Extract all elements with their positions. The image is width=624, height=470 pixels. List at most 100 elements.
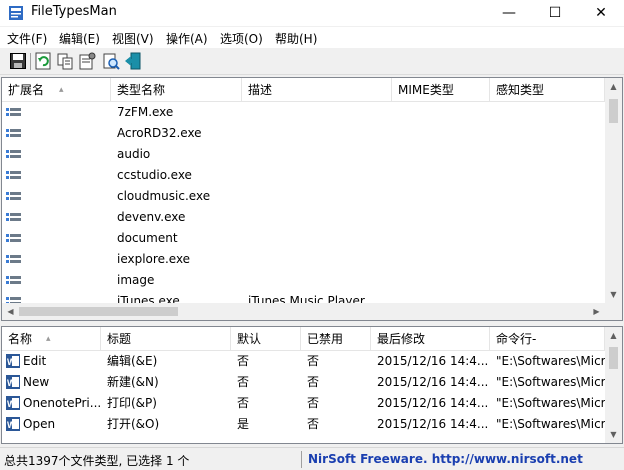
file-types-header: 扩展名 ▴ 类型名称 描述 MIME类型 感知类型 bbox=[2, 78, 605, 102]
table-row[interactable]: audio bbox=[2, 144, 605, 165]
column-disabled[interactable]: 已禁用 bbox=[301, 327, 371, 351]
file-types-horizontal-scrollbar[interactable]: ◀ ▶ bbox=[2, 303, 605, 320]
menu-help[interactable]: 帮助(H) bbox=[273, 30, 319, 47]
scroll-up-icon[interactable]: ▲ bbox=[605, 327, 622, 344]
word-document-icon: W bbox=[6, 375, 20, 389]
column-command-line[interactable]: 命令行- bbox=[490, 327, 605, 351]
table-row[interactable]: cloudmusic.exe bbox=[2, 186, 605, 207]
maximize-button[interactable]: ☐ bbox=[532, 0, 578, 26]
scrollbar-corner bbox=[605, 303, 622, 320]
column-name[interactable]: 名称 ▴ bbox=[2, 327, 101, 351]
vertical-scroll-thumb[interactable] bbox=[609, 347, 618, 369]
last-modified-cell: 2015/12/16 14:4... bbox=[377, 375, 489, 389]
svg-text:W: W bbox=[7, 399, 16, 409]
type-name-cell: AcroRD32.exe bbox=[117, 126, 202, 140]
disabled-cell: 否 bbox=[307, 417, 320, 431]
word-document-icon: W bbox=[6, 396, 20, 410]
word-document-icon: W bbox=[6, 417, 20, 431]
column-last-modified[interactable]: 最后修改 bbox=[371, 327, 490, 351]
exit-icon[interactable] bbox=[124, 52, 142, 70]
menu-bar: 文件(F) 编辑(E) 视图(V) 操作(A) 选项(O) 帮助(H) bbox=[0, 27, 624, 48]
table-row[interactable]: iexplore.exe bbox=[2, 249, 605, 270]
file-types-vertical-scrollbar[interactable]: ▲ ▼ bbox=[605, 78, 622, 303]
scroll-right-icon[interactable]: ▶ bbox=[588, 303, 605, 320]
action-name-cell: New bbox=[23, 375, 50, 389]
vertical-scroll-thumb[interactable] bbox=[609, 99, 618, 123]
table-row[interactable]: W New 新建(&N) 否 否 2015/12/16 14:4... "E:\Softwa… bbox=[2, 372, 605, 393]
file-type-icon bbox=[6, 192, 21, 200]
nirsoft-link[interactable]: NirSoft Freeware. http://www.nirsoft.net bbox=[308, 452, 583, 466]
scroll-down-icon[interactable]: ▼ bbox=[605, 426, 622, 443]
column-extension[interactable]: 扩展名 ▴ bbox=[2, 78, 111, 102]
menu-options[interactable]: 选项(O) bbox=[218, 30, 265, 47]
status-summary: 总共1397个文件类型, 已选择 1 个 bbox=[4, 454, 190, 468]
minimize-icon: — bbox=[502, 5, 516, 21]
caption-cell: 打开(&O) bbox=[107, 417, 160, 431]
menu-file[interactable]: 文件(F) bbox=[5, 30, 49, 47]
command-line-cell: "E:\Softwares\Micr bbox=[496, 417, 605, 431]
column-caption[interactable]: 标题 bbox=[101, 327, 231, 351]
horizontal-scroll-thumb[interactable] bbox=[19, 307, 178, 316]
last-modified-cell: 2015/12/16 14:4... bbox=[377, 354, 489, 368]
scroll-up-icon[interactable]: ▲ bbox=[605, 78, 622, 95]
table-row[interactable]: image bbox=[2, 270, 605, 291]
sort-ascending-icon: ▴ bbox=[59, 85, 64, 95]
table-row[interactable]: AcroRD32.exe bbox=[2, 123, 605, 144]
description-cell bbox=[248, 228, 392, 249]
actions-vertical-scrollbar[interactable]: ▲ ▼ bbox=[605, 327, 622, 443]
properties-icon[interactable] bbox=[78, 52, 96, 70]
table-row[interactable]: ccstudio.exe bbox=[2, 165, 605, 186]
column-type-name[interactable]: 类型名称 bbox=[111, 78, 242, 102]
type-name-cell: iexplore.exe bbox=[117, 252, 191, 266]
table-row[interactable]: W OnenotePri... 打印(&P) 否 否 2015/12/16 14:4...… bbox=[2, 393, 605, 414]
file-type-icon bbox=[6, 171, 21, 179]
minimize-button[interactable]: — bbox=[486, 0, 532, 26]
file-type-icon bbox=[6, 213, 21, 221]
type-name-cell: document bbox=[117, 231, 178, 245]
actions-header: 名称 ▴ 标题 默认 已禁用 最后修改 命令行- bbox=[2, 327, 605, 351]
type-name-cell: devenv.exe bbox=[117, 210, 186, 224]
action-name-cell: OnenotePri... bbox=[23, 396, 101, 410]
scroll-down-icon[interactable]: ▼ bbox=[605, 286, 622, 303]
default-cell: 否 bbox=[237, 396, 250, 410]
last-modified-cell: 2015/12/16 14:4... bbox=[377, 396, 489, 410]
disabled-cell: 否 bbox=[307, 396, 320, 410]
description-cell bbox=[248, 186, 392, 207]
title-bar[interactable]: FileTypesMan — ☐ ✕ bbox=[0, 0, 624, 26]
caption-cell: 新建(&N) bbox=[107, 375, 159, 389]
close-icon: ✕ bbox=[595, 5, 607, 21]
close-button[interactable]: ✕ bbox=[578, 0, 624, 26]
command-line-cell: "E:\Softwares\Micr bbox=[496, 375, 605, 389]
menu-edit[interactable]: 编辑(E) bbox=[57, 30, 102, 47]
table-row[interactable]: devenv.exe bbox=[2, 207, 605, 228]
table-row[interactable]: document bbox=[2, 228, 605, 249]
refresh-icon[interactable] bbox=[34, 52, 52, 70]
menu-view[interactable]: 视图(V) bbox=[110, 30, 156, 47]
status-separator bbox=[301, 451, 302, 468]
file-type-icon bbox=[6, 255, 21, 263]
copy-icon[interactable] bbox=[56, 52, 74, 70]
file-type-icon bbox=[6, 150, 21, 158]
column-perceived-type[interactable]: 感知类型 bbox=[490, 78, 605, 102]
svg-text:W: W bbox=[7, 420, 16, 430]
column-description[interactable]: 描述 bbox=[242, 78, 392, 102]
menu-action[interactable]: 操作(A) bbox=[164, 30, 210, 47]
description-cell bbox=[248, 249, 392, 270]
description-cell bbox=[248, 144, 392, 165]
save-icon[interactable] bbox=[9, 52, 27, 70]
file-types-list[interactable]: 扩展名 ▴ 类型名称 描述 MIME类型 感知类型 7zFM.exe AcroRD3… bbox=[1, 77, 623, 321]
actions-list[interactable]: 名称 ▴ 标题 默认 已禁用 最后修改 命令行- W Edit 编辑(&E) 否否 201… bbox=[1, 326, 623, 444]
word-document-icon: W bbox=[6, 354, 20, 368]
column-mime-type[interactable]: MIME类型 bbox=[392, 78, 490, 102]
default-cell: 否 bbox=[237, 375, 250, 389]
scroll-left-icon[interactable]: ◀ bbox=[2, 303, 19, 320]
table-row[interactable]: W Edit 编辑(&E) 否 否 2015/12/16 14:4... "E:\Softw… bbox=[2, 351, 605, 372]
status-bar: 总共1397个文件类型, 已选择 1 个 NirSoft Freeware. h… bbox=[0, 447, 624, 470]
table-row[interactable]: W Open 打开(&O) 是 否 2015/12/16 14:4... "E:\Softw… bbox=[2, 414, 605, 435]
find-icon[interactable] bbox=[102, 52, 120, 70]
table-row[interactable]: 7zFM.exe bbox=[2, 102, 605, 123]
file-type-icon bbox=[6, 276, 21, 284]
column-default[interactable]: 默认 bbox=[231, 327, 301, 351]
sort-ascending-icon: ▴ bbox=[46, 334, 51, 344]
file-type-icon bbox=[6, 234, 21, 242]
